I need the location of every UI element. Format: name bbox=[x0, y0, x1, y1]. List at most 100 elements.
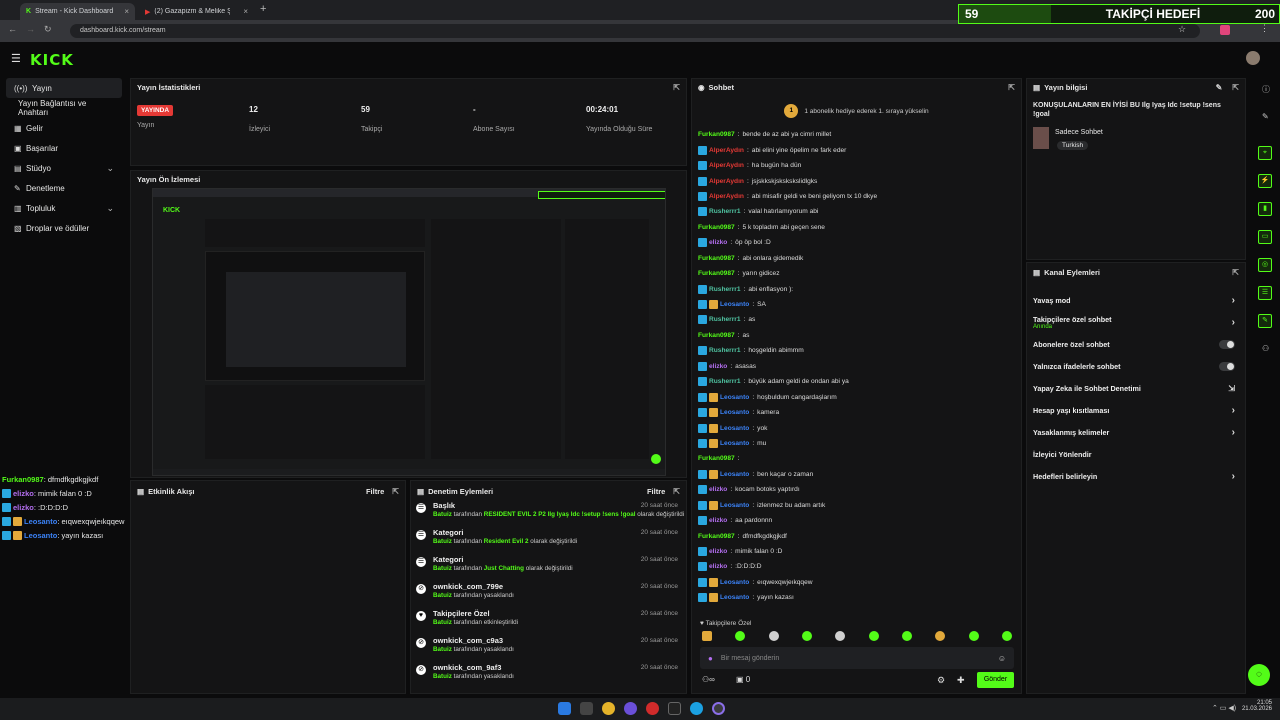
stream-tag[interactable]: Turkish bbox=[1057, 141, 1089, 150]
toggle-switch[interactable] bbox=[1219, 361, 1235, 371]
close-tab-icon[interactable]: × bbox=[124, 7, 129, 16]
chat-username[interactable]: Leosanto bbox=[720, 502, 749, 509]
chevron-right-icon[interactable]: › bbox=[1232, 295, 1235, 306]
hamburger-menu-icon[interactable]: ☰ bbox=[11, 52, 21, 65]
pinned-gift-banner[interactable]: 1 1 abonelik hediye ederek 1. sıraya yük… bbox=[692, 95, 1021, 127]
forward-icon[interactable]: → bbox=[26, 24, 35, 34]
mod-action-item[interactable]: ☰ Başlık Batuiz tarafından RESIDENT EVIL 2… bbox=[411, 501, 686, 528]
close-tab-icon[interactable]: × bbox=[243, 7, 248, 16]
browser-tab-kick[interactable]: K Stream - Kick Dashboard × bbox=[20, 3, 135, 20]
rail-wrench-icon[interactable]: ✎ bbox=[1258, 314, 1272, 328]
back-icon[interactable]: ← bbox=[8, 24, 17, 34]
chat-username[interactable]: Furkan0987 bbox=[698, 270, 735, 277]
microphone-icon[interactable]: ● bbox=[708, 654, 713, 663]
popout-icon[interactable]: ⇱ bbox=[392, 487, 399, 496]
chat-username[interactable]: Leosanto bbox=[720, 440, 749, 447]
sidebar-item-achievements[interactable]: ▣ Başarılar bbox=[6, 138, 122, 158]
popout-icon[interactable]: ⇱ bbox=[1232, 83, 1239, 92]
obs-icon[interactable] bbox=[712, 702, 725, 715]
chat-username[interactable]: elizko bbox=[709, 563, 727, 570]
chevron-right-icon[interactable]: › bbox=[1232, 427, 1235, 438]
channel-action-item[interactable]: İzleyici Yönlendir bbox=[1027, 443, 1245, 465]
emote-icon[interactable] bbox=[702, 631, 712, 641]
start-icon[interactable] bbox=[558, 702, 571, 715]
sidebar-item-moderation[interactable]: ✎ Denetleme bbox=[6, 178, 122, 198]
chat-username[interactable]: Rusherrr1 bbox=[709, 208, 741, 215]
chat-username[interactable]: Leosanto bbox=[720, 471, 749, 478]
chat-username[interactable]: elizko bbox=[709, 548, 727, 555]
rail-flash-icon[interactable]: ⚡ bbox=[1258, 174, 1272, 188]
clock[interactable]: 21:05 21.03.2026 bbox=[1240, 700, 1272, 712]
chat-username[interactable]: Rusherrr1 bbox=[709, 286, 741, 293]
chevron-right-icon[interactable]: › bbox=[1232, 471, 1235, 482]
chat-username[interactable]: Furkan0987 bbox=[698, 455, 735, 462]
channel-action-item[interactable]: Yapay Zeka ile Sohbet Denetimi ⇲ bbox=[1027, 377, 1245, 399]
edit-pencil-icon[interactable]: ✎ bbox=[1216, 83, 1223, 92]
rail-broadcast-icon[interactable]: ◎ bbox=[1258, 258, 1272, 272]
mod-action-item[interactable]: ⊘ ownkick_com_9af3 Batuiz tarafından yasak… bbox=[411, 663, 686, 690]
chat-username[interactable]: AlperAydın bbox=[709, 147, 744, 154]
channel-action-item[interactable]: Yasaklanmış kelimeler › bbox=[1027, 421, 1245, 443]
mod-action-item[interactable]: ☰ Kategori Batuiz tarafından Resident Evil… bbox=[411, 528, 686, 555]
emote-icon[interactable] bbox=[968, 631, 979, 641]
gear-icon[interactable]: ⚙ bbox=[937, 675, 945, 686]
chat-username[interactable]: elizko bbox=[709, 239, 727, 246]
community-icon[interactable]: ⚇ bbox=[1262, 344, 1269, 353]
channel-action-item[interactable]: Hedefleri belirleyin › bbox=[1027, 465, 1245, 487]
kick-logo[interactable]: KICK bbox=[30, 51, 74, 69]
external-link-icon[interactable]: ⇲ bbox=[1228, 384, 1235, 393]
chat-username[interactable]: Leosanto bbox=[720, 579, 749, 586]
chat-username[interactable]: elizko bbox=[709, 363, 727, 370]
profile-avatar[interactable] bbox=[1220, 25, 1230, 35]
filter-button[interactable]: Filtre bbox=[647, 487, 665, 496]
search-icon[interactable] bbox=[580, 702, 593, 715]
emote-icon[interactable] bbox=[801, 631, 812, 641]
chat-username[interactable]: Rusherrr1 bbox=[709, 347, 741, 354]
emote-icon[interactable] bbox=[835, 631, 846, 641]
chevron-right-icon[interactable]: › bbox=[1232, 317, 1235, 328]
edge-icon[interactable] bbox=[690, 702, 703, 715]
emote-icon[interactable] bbox=[768, 631, 779, 641]
discord-icon[interactable] bbox=[624, 702, 637, 715]
chat-username[interactable]: Leosanto bbox=[720, 594, 749, 601]
user-avatar[interactable] bbox=[1246, 51, 1260, 65]
chat-username[interactable]: AlperAydın bbox=[709, 178, 744, 185]
mod-action-item[interactable]: ☰ Kategori Batuiz tarafından Just Chatting… bbox=[411, 555, 686, 582]
filter-button[interactable]: Filtre bbox=[366, 487, 384, 496]
emote-icon[interactable] bbox=[1001, 631, 1012, 641]
chat-username[interactable]: Leosanto bbox=[720, 394, 749, 401]
emote-icon[interactable] bbox=[935, 631, 946, 641]
category-name[interactable]: Sadece Sohbet bbox=[1055, 129, 1103, 136]
rail-book-icon[interactable]: ▮ bbox=[1258, 202, 1272, 216]
mod-action-item[interactable]: ⊘ ownkick_com_799e Batuiz tarafından yasak… bbox=[411, 582, 686, 609]
sidebar-item-community[interactable]: ▥ Topluluk ⌄ bbox=[6, 198, 122, 218]
bookmark-star-icon[interactable]: ☆ bbox=[1178, 24, 1186, 35]
popout-icon[interactable]: ⇱ bbox=[1232, 268, 1239, 277]
rail-chat-icon[interactable]: ▭ bbox=[1258, 230, 1272, 244]
emote-icon[interactable] bbox=[868, 631, 879, 641]
sidebar-item-stream-key[interactable]: Yayın Bağlantısı ve Anahtarı bbox=[6, 98, 122, 118]
chat-username[interactable]: Rusherrr1 bbox=[709, 378, 741, 385]
chat-username[interactable]: Furkan0987 bbox=[698, 332, 735, 339]
popout-icon[interactable]: ⇱ bbox=[673, 83, 680, 92]
sidebar-item-drops[interactable]: ▧ Droplar ve ödüller bbox=[6, 218, 122, 238]
chat-username[interactable]: elizko bbox=[709, 517, 727, 524]
chat-username[interactable]: Rusherrr1 bbox=[709, 316, 741, 323]
chat-username[interactable]: AlperAydın bbox=[709, 162, 744, 169]
send-button[interactable]: Gönder bbox=[977, 672, 1014, 688]
channel-action-item[interactable]: Abonelere özel sohbet bbox=[1027, 333, 1245, 355]
chat-username[interactable]: Furkan0987 bbox=[698, 533, 735, 540]
edit-pencil-icon[interactable]: ✎ bbox=[1262, 112, 1269, 121]
chat-username[interactable]: AlperAydın bbox=[709, 193, 744, 200]
browser-tab-youtube[interactable]: ▶ (2) Gazapizm & Melike Şa... × bbox=[139, 3, 254, 20]
rail-list-icon[interactable]: ☰ bbox=[1258, 286, 1272, 300]
chat-username[interactable]: Furkan0987 bbox=[698, 131, 735, 138]
mod-action-item[interactable]: ⊘ ownkick_com_c9a3 Batuiz tarafından yasak… bbox=[411, 636, 686, 663]
channel-action-item[interactable]: Takipçilere özel sohbet Anında › bbox=[1027, 311, 1245, 333]
gift-icon[interactable]: ✚ bbox=[957, 675, 965, 686]
info-circle-icon[interactable]: ⓘ bbox=[1262, 84, 1270, 95]
sidebar-item-studio[interactable]: ▤ Stüdyo ⌄ bbox=[6, 158, 122, 178]
chat-username[interactable]: Leosanto bbox=[720, 425, 749, 432]
menu-dots-icon[interactable]: ⋮ bbox=[1260, 23, 1269, 34]
sidebar-item-revenue[interactable]: ▦ Gelir bbox=[6, 118, 122, 138]
